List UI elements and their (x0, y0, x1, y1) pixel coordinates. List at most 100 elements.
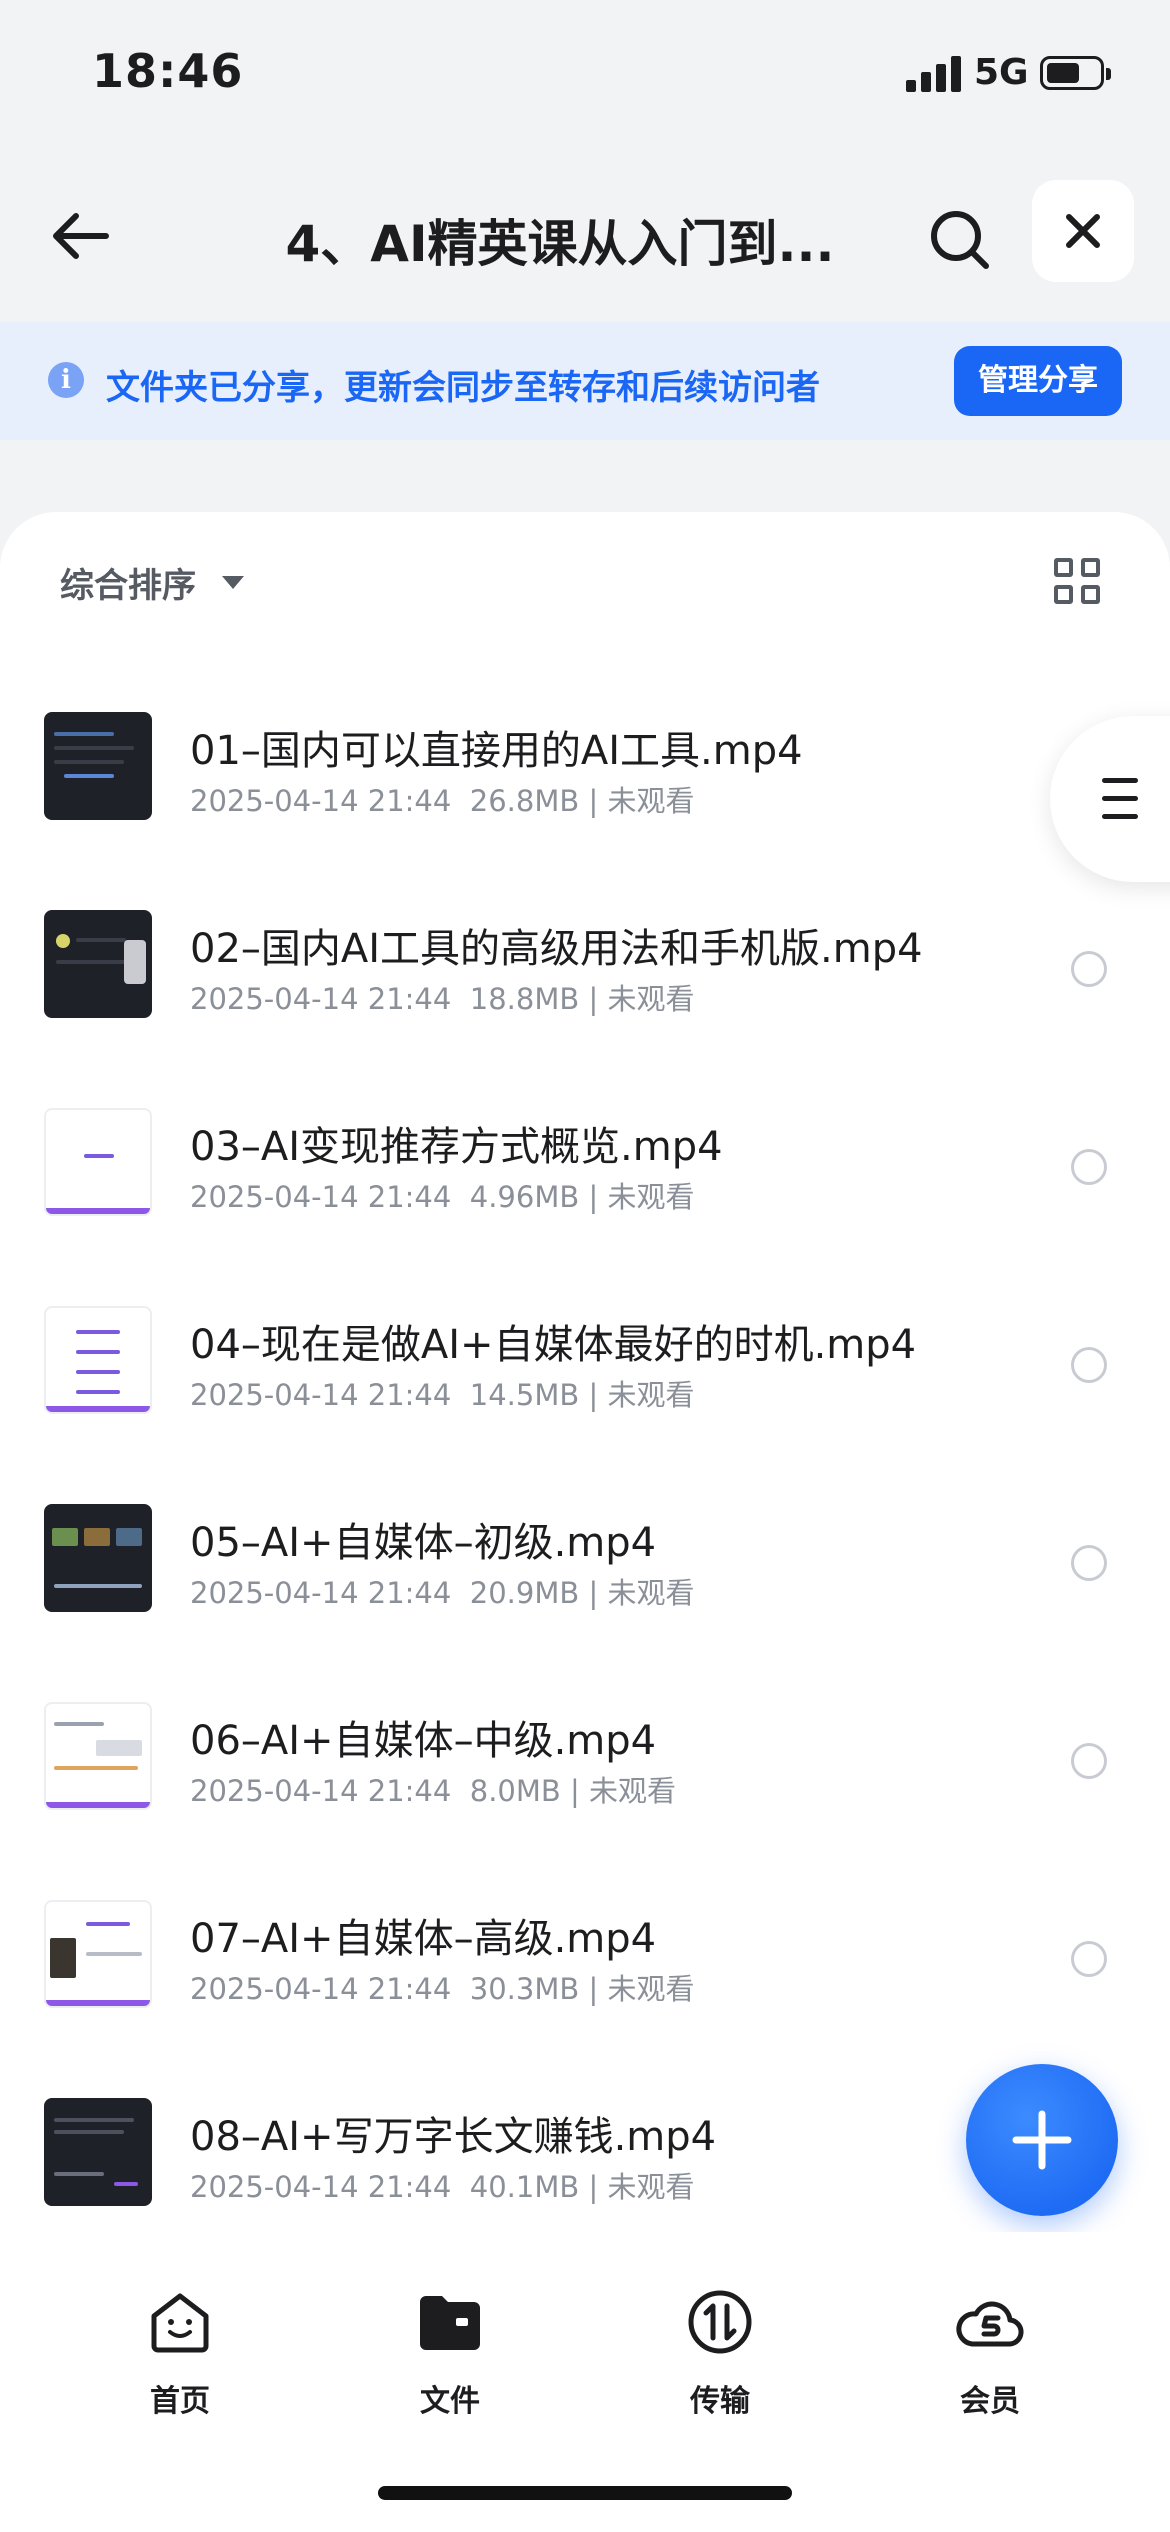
meta-separator: | (570, 1774, 580, 1808)
sort-label: 综合排序 (60, 566, 196, 606)
file-row[interactable]: 07–AI+自媒体–高级.mp4 2025-04-14 21:44 30.3MB… (0, 1856, 1170, 2054)
select-radio[interactable] (1071, 1941, 1107, 1977)
battery-icon (1040, 56, 1111, 90)
tab-label: 传输 (690, 2384, 750, 2419)
file-meta: 2025-04-14 21:44 20.9MB | 未观看 (190, 1570, 695, 1612)
back-button[interactable] (40, 196, 120, 276)
file-meta: 2025-04-14 21:44 14.5MB | 未观看 (190, 1372, 695, 1414)
file-date: 2025-04-14 21:44 (190, 1378, 452, 1412)
file-size: 8.0MB (469, 1774, 561, 1808)
file-meta: 2025-04-14 21:44 30.3MB | 未观看 (190, 1966, 695, 2008)
video-thumbnail (44, 1504, 152, 1612)
watch-status: 未观看 (607, 1972, 695, 2006)
battery-level (1047, 63, 1079, 83)
status-bar: 18:46 5G (0, 0, 1170, 150)
folder-icon (420, 2296, 480, 2350)
close-button[interactable] (1032, 180, 1134, 282)
file-date: 2025-04-14 21:44 (190, 1972, 452, 2006)
caret-down-icon (222, 576, 244, 589)
file-row[interactable]: 05–AI+自媒体–初级.mp4 2025-04-14 21:44 20.9MB… (0, 1460, 1170, 1658)
search-icon (931, 211, 989, 269)
tab-label: 会员 (960, 2384, 1020, 2419)
video-thumbnail (44, 1108, 152, 1216)
watch-status: 未观看 (607, 784, 695, 818)
video-thumbnail (44, 1306, 152, 1414)
file-name: 06–AI+自媒体–中级.mp4 (190, 1718, 657, 1764)
home-face-icon (151, 2293, 209, 2353)
watch-status: 未观看 (607, 1180, 695, 1214)
cellular-signal-icon (906, 56, 962, 92)
file-name: 02–国内AI工具的高级用法和手机版.mp4 (190, 926, 923, 972)
file-name: 07–AI+自媒体–高级.mp4 (190, 1916, 657, 1962)
video-thumbnail (44, 712, 152, 820)
file-name: 08–AI+写万字长文赚钱.mp4 (190, 2114, 717, 2160)
file-row[interactable]: 06–AI+自媒体–中级.mp4 2025-04-14 21:44 8.0MB … (0, 1658, 1170, 1856)
back-arrow-icon (53, 213, 109, 259)
info-icon: i (48, 362, 84, 398)
file-meta: 2025-04-14 21:44 18.8MB | 未观看 (190, 976, 695, 1018)
select-radio[interactable] (1071, 951, 1107, 987)
file-meta: 2025-04-14 21:44 26.8MB | 未观看 (190, 778, 695, 820)
file-name: 03–AI变现推荐方式概览.mp4 (190, 1124, 723, 1170)
meta-separator: | (588, 784, 599, 818)
page-title: 4、AI精英课从入门到... (285, 215, 835, 273)
video-thumbnail (44, 910, 152, 1018)
file-name: 04–现在是做AI+自媒体最好的时机.mp4 (190, 1322, 917, 1368)
file-row[interactable]: 04–现在是做AI+自媒体最好的时机.mp4 2025-04-14 21:44 … (0, 1262, 1170, 1460)
tab-files[interactable]: 文件 (360, 2288, 540, 2428)
file-size: 40.1MB (469, 2170, 580, 2204)
select-radio[interactable] (1071, 1743, 1107, 1779)
file-size: 4.96MB (469, 1180, 580, 1214)
meta-separator: | (588, 982, 599, 1016)
transfer-icon (688, 2290, 752, 2354)
vip-cloud-icon (956, 2301, 1024, 2347)
watch-status: 未观看 (589, 1774, 677, 1808)
watch-status: 未观看 (607, 982, 695, 1016)
file-date: 2025-04-14 21:44 (190, 784, 452, 818)
tab-vip[interactable]: 会员 (900, 2288, 1080, 2428)
search-button[interactable] (918, 198, 1002, 282)
select-radio[interactable] (1071, 1545, 1107, 1581)
sort-dropdown[interactable]: 综合排序 (60, 558, 244, 607)
file-date: 2025-04-14 21:44 (190, 982, 452, 1016)
file-meta: 2025-04-14 21:44 8.0MB | 未观看 (190, 1768, 676, 1810)
watch-status: 未观看 (607, 1576, 695, 1610)
file-row[interactable]: 03–AI变现推荐方式概览.mp4 2025-04-14 21:44 4.96M… (0, 1064, 1170, 1262)
close-icon (1066, 214, 1100, 248)
home-indicator (378, 2486, 792, 2500)
grid-view-icon[interactable] (1054, 558, 1100, 604)
file-row[interactable]: 02–国内AI工具的高级用法和手机版.mp4 2025-04-14 21:44 … (0, 866, 1170, 1064)
file-size: 14.5MB (469, 1378, 580, 1412)
tab-transfer[interactable]: 传输 (630, 2288, 810, 2428)
tab-label: 首页 (150, 2384, 210, 2419)
header: 4、AI精英课从入门到... (0, 160, 1170, 310)
file-browser-screen: 18:46 5G 4、AI精英课从入门到... i 文件夹已分享，更新会同步至转… (0, 0, 1170, 2532)
watch-status: 未观看 (607, 1378, 695, 1412)
select-radio[interactable] (1071, 1347, 1107, 1383)
file-date: 2025-04-14 21:44 (190, 1774, 452, 1808)
tab-label: 文件 (420, 2384, 480, 2419)
video-thumbnail (44, 1900, 152, 2008)
meta-separator: | (588, 1972, 599, 2006)
share-notice-banner: i 文件夹已分享，更新会同步至转存和后续访问者 管理分享 (0, 322, 1170, 440)
select-radio[interactable] (1071, 1149, 1107, 1185)
tab-home[interactable]: 首页 (90, 2288, 270, 2428)
plus-icon (1012, 2110, 1072, 2170)
file-size: 26.8MB (469, 784, 580, 818)
file-size: 20.9MB (469, 1576, 580, 1610)
file-name: 01–国内可以直接用的AI工具.mp4 (190, 728, 803, 774)
manage-share-button[interactable]: 管理分享 (954, 346, 1122, 416)
watch-status: 未观看 (607, 2170, 695, 2204)
meta-separator: | (588, 2170, 599, 2204)
file-date: 2025-04-14 21:44 (190, 1576, 452, 1610)
file-row[interactable]: 01–国内可以直接用的AI工具.mp4 2025-04-14 21:44 26.… (0, 668, 1170, 866)
meta-separator: | (588, 1378, 599, 1412)
video-thumbnail (44, 2098, 152, 2206)
meta-separator: | (588, 1576, 599, 1610)
file-date: 2025-04-14 21:44 (190, 2170, 452, 2204)
file-list-card: 综合排序 01–国内可以直接用的AI工具.mp4 2025-04-14 21:4… (0, 512, 1170, 2232)
add-button[interactable] (966, 2064, 1118, 2216)
network-type: 5G (974, 52, 1029, 93)
meta-separator: | (588, 1180, 599, 1214)
status-time: 18:46 (92, 44, 244, 98)
